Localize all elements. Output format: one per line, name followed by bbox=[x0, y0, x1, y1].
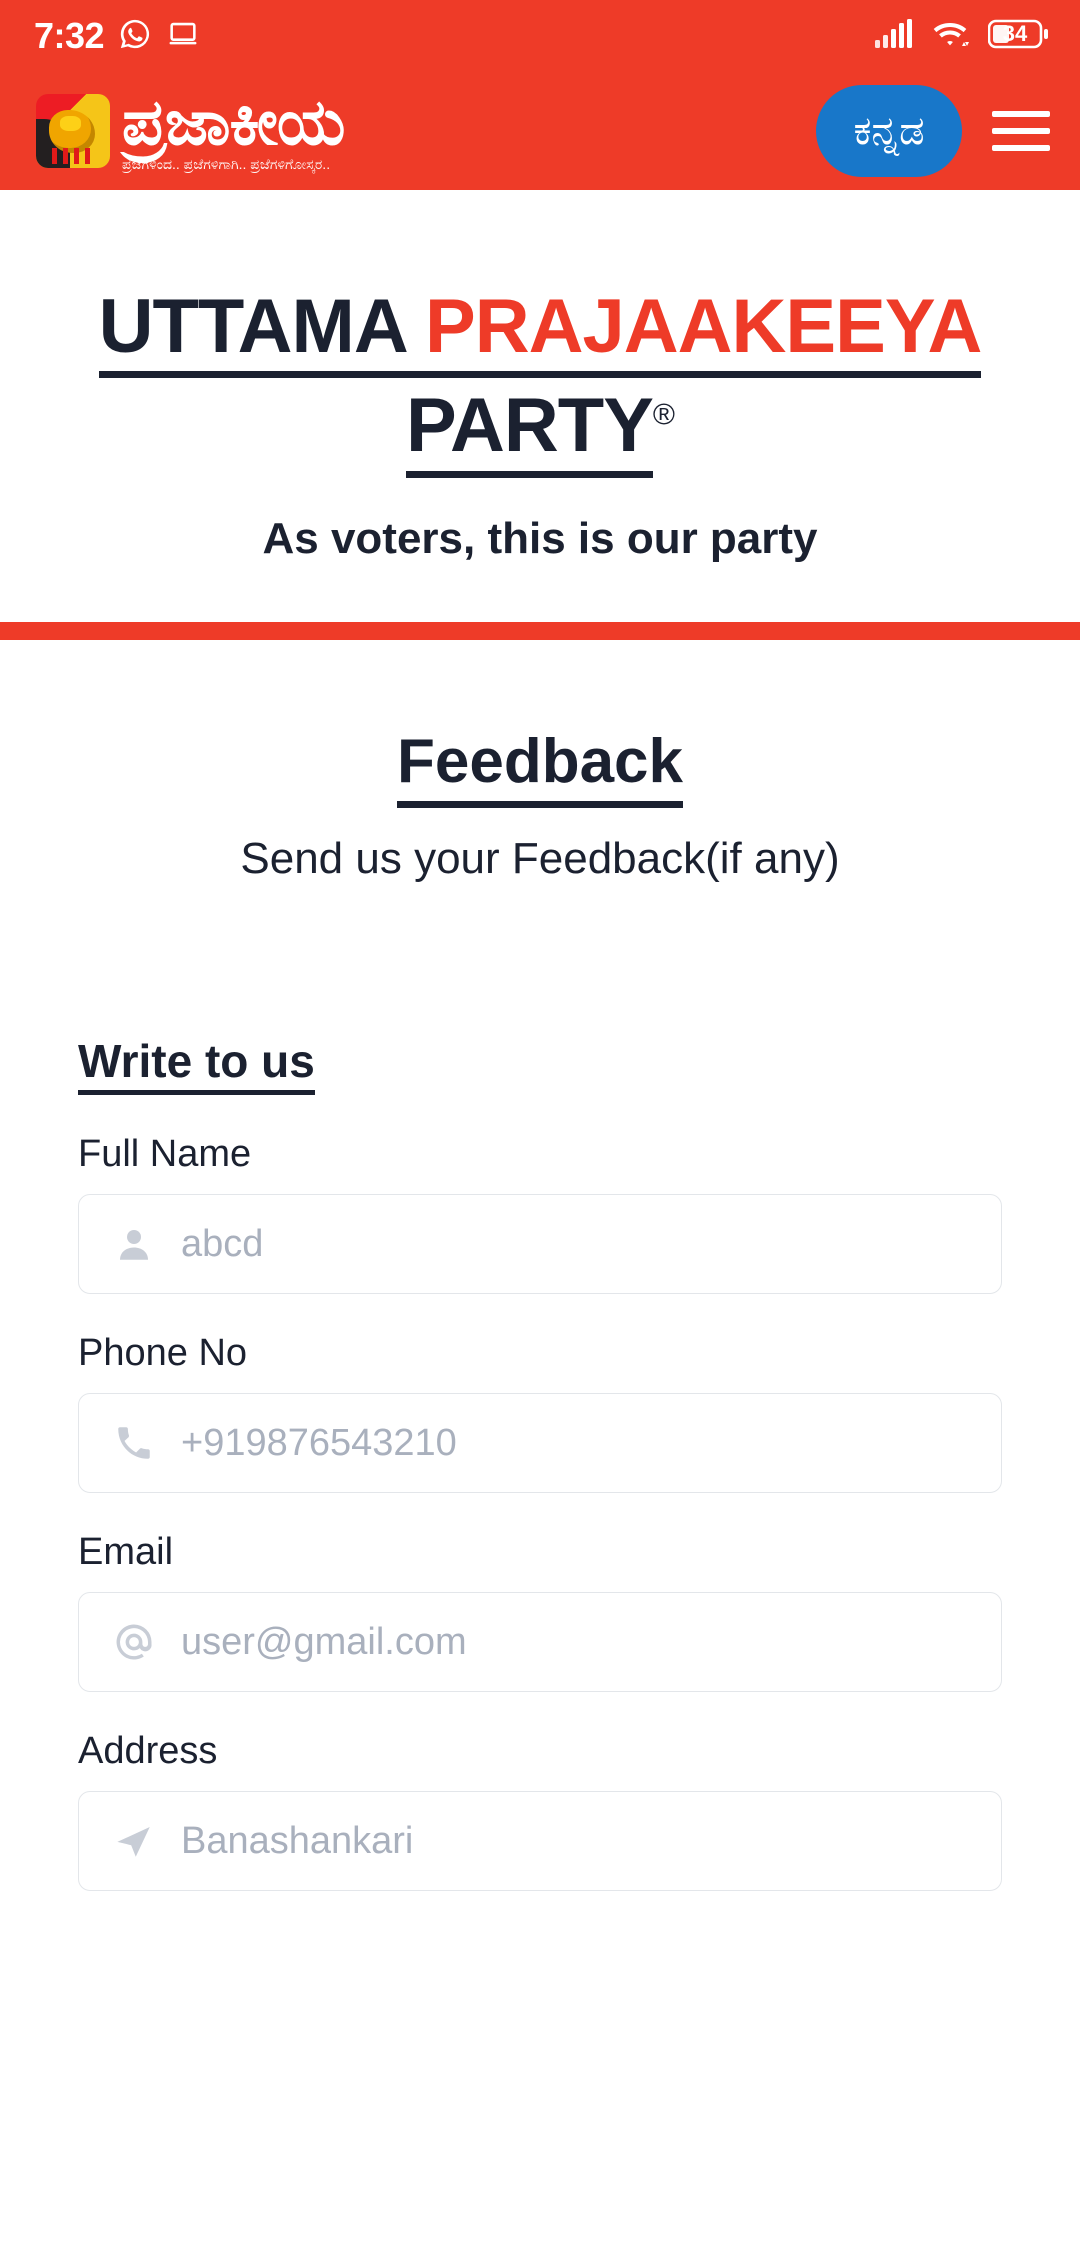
status-bar: 7:32 34 bbox=[0, 0, 1080, 72]
field-label-phone: Phone No bbox=[78, 1332, 248, 1375]
page-subtitle: As voters, this is our party bbox=[262, 514, 818, 564]
page-title-line2: PARTY® bbox=[40, 382, 1040, 479]
wifi-icon bbox=[930, 18, 970, 55]
field-label-address: Address bbox=[78, 1730, 218, 1773]
status-time: 7:32 bbox=[34, 15, 105, 56]
page-title: UTTAMA PRAJAAKEEYA bbox=[40, 284, 1040, 378]
page-title-part1: UTTAMA bbox=[98, 284, 426, 369]
phone-icon bbox=[113, 1422, 155, 1464]
send-icon bbox=[113, 1820, 155, 1862]
battery-percent: 34 bbox=[1002, 20, 1028, 46]
brand-text: ಪ್ರಜಾಕೀಯ ಪ್ರಜೆಗಳಿಂದ.. ಪ್ರಜೆಗಳಿಗಾಗಿ.. ಪ್ರ… bbox=[122, 85, 345, 172]
field-full-name: Full Name abcd bbox=[78, 1133, 1002, 1295]
page-title-party: PARTY bbox=[405, 382, 654, 479]
registered-mark: ® bbox=[652, 398, 675, 432]
feedback-title: Feedback bbox=[396, 726, 684, 809]
page-title-part2: PRAJAAKEEYA bbox=[425, 284, 982, 369]
form-heading: Write to us bbox=[78, 1034, 315, 1096]
desktop-icon bbox=[166, 17, 200, 56]
full-name-placeholder: abcd bbox=[181, 1222, 264, 1265]
email-placeholder: user@gmail.com bbox=[181, 1620, 467, 1663]
status-bar-left: 7:32 bbox=[34, 15, 200, 57]
field-label-full-name: Full Name bbox=[78, 1133, 252, 1176]
phone-placeholder: +919876543210 bbox=[181, 1421, 457, 1464]
field-label-email: Email bbox=[78, 1531, 174, 1574]
whatsapp-icon bbox=[118, 17, 152, 56]
feedback-subtitle: Send us your Feedback(if any) bbox=[240, 834, 840, 884]
status-bar-right: 34 bbox=[874, 18, 1050, 55]
address-placeholder: Banashankari bbox=[181, 1819, 414, 1862]
hero-section: UTTAMA PRAJAAKEEYA PARTY® As voters, thi… bbox=[0, 190, 1080, 623]
brand-tagline: ಪ್ರಜೆಗಳಿಂದ.. ಪ್ರಜೆಗಳಿಗಾಗಿ.. ಪ್ರಜೆಗಳಿಗೋಸ್… bbox=[122, 155, 331, 172]
field-phone: Phone No +919876543210 bbox=[78, 1332, 1002, 1494]
site-header: ಪ್ರಜಾಕೀಯ ಪ್ರಜೆಗಳಿಂದ.. ಪ್ರಜೆಗಳಿಗಾಗಿ.. ಪ್ರ… bbox=[0, 72, 1080, 190]
phone-input[interactable]: +919876543210 bbox=[78, 1393, 1002, 1494]
brand-title: ಪ್ರಜಾಕೀಯ bbox=[122, 85, 345, 158]
section-divider bbox=[0, 622, 1080, 641]
hamburger-icon[interactable] bbox=[992, 111, 1050, 151]
person-icon bbox=[113, 1223, 155, 1265]
language-toggle-button[interactable]: ಕನ್ನಡ bbox=[816, 85, 962, 177]
address-input[interactable]: Banashankari bbox=[78, 1791, 1002, 1892]
feedback-section: Feedback Send us your Feedback(if any) bbox=[0, 640, 1080, 884]
field-email: Email user@gmail.com bbox=[78, 1531, 1002, 1693]
party-emblem-icon bbox=[36, 93, 110, 168]
brand-logo[interactable]: ಪ್ರಜಾಕೀಯ ಪ್ರಜೆಗಳಿಂದ.. ಪ್ರಜೆಗಳಿಗಾಗಿ.. ಪ್ರ… bbox=[36, 85, 345, 172]
header-actions: ಕನ್ನಡ bbox=[816, 85, 1050, 177]
field-address: Address Banashankari bbox=[78, 1730, 1002, 1892]
contact-form: Write to us Full Name abcd Phone No +919… bbox=[0, 884, 1080, 1892]
signal-icon bbox=[874, 18, 912, 54]
battery-icon: 34 bbox=[987, 18, 1050, 55]
email-input[interactable]: user@gmail.com bbox=[78, 1592, 1002, 1693]
at-icon bbox=[113, 1621, 155, 1663]
full-name-input[interactable]: abcd bbox=[78, 1194, 1002, 1295]
